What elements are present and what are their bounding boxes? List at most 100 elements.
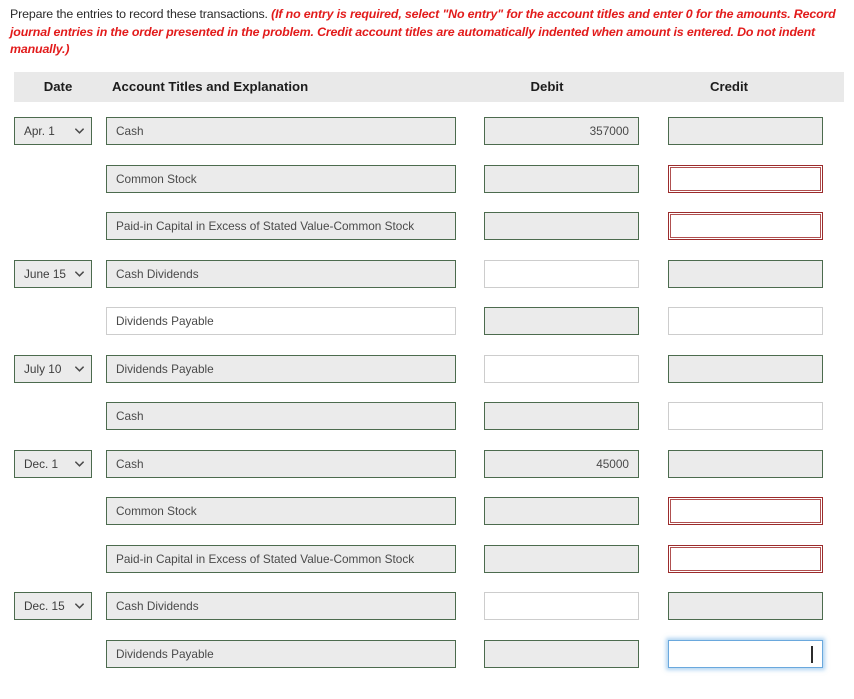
cell-date: June 15	[0, 259, 102, 288]
account-title-value: Cash	[116, 409, 144, 424]
credit-field[interactable]	[668, 497, 823, 526]
table-row: Common Stock	[0, 488, 854, 536]
cell-account: Dividends Payable	[102, 639, 474, 668]
debit-field[interactable]	[484, 164, 639, 193]
date-select[interactable]: June 15	[14, 259, 92, 288]
account-title-value: Cash	[116, 124, 144, 139]
table-row: Paid-in Capital in Excess of Stated Valu…	[0, 203, 854, 251]
debit-field[interactable]: 45000	[484, 449, 639, 478]
table-row: Paid-in Capital in Excess of Stated Valu…	[0, 535, 854, 583]
date-placeholder	[14, 402, 92, 430]
cell-debit: 357000	[474, 117, 654, 146]
account-title-field[interactable]: Dividends Payable	[106, 354, 456, 383]
table-row: June 15 Cash Dividends	[0, 250, 854, 298]
credit-field[interactable]	[668, 402, 823, 431]
date-select[interactable]: Dec. 15	[14, 592, 92, 621]
account-title-field[interactable]: Cash	[106, 117, 456, 146]
cell-account: Common Stock	[102, 497, 474, 526]
table-row: Dividends Payable	[0, 630, 854, 678]
cell-debit	[474, 639, 654, 668]
table-row: Dividends Payable	[0, 298, 854, 346]
debit-field[interactable]	[484, 592, 639, 621]
account-title-value: Cash Dividends	[116, 266, 199, 281]
credit-field[interactable]	[668, 449, 823, 478]
cell-account: Cash	[102, 117, 474, 146]
cell-date: Dec. 15	[0, 592, 102, 621]
instructions-block: Prepare the entries to record these tran…	[0, 0, 854, 59]
cell-credit	[654, 259, 838, 288]
debit-field[interactable]	[484, 307, 639, 336]
account-title-value: Cash Dividends	[116, 599, 199, 614]
account-title-field[interactable]: Paid-in Capital in Excess of Stated Valu…	[106, 544, 456, 573]
table-row: Dec. 1 Cash 45000	[0, 440, 854, 488]
chevron-down-icon	[75, 364, 84, 373]
debit-field[interactable]	[484, 639, 639, 668]
credit-field[interactable]	[668, 354, 823, 383]
table-row: July 10 Dividends Payable	[0, 345, 854, 393]
credit-field[interactable]	[668, 592, 823, 621]
cell-date	[0, 212, 102, 240]
debit-field[interactable]	[484, 544, 639, 573]
cell-account: Cash Dividends	[102, 259, 474, 288]
journal-entry-table: Date Account Titles and Explanation Debi…	[0, 71, 854, 678]
table-row: Common Stock	[0, 155, 854, 203]
cell-date	[0, 545, 102, 573]
date-select-value: Apr. 1	[24, 124, 55, 139]
credit-field[interactable]	[668, 307, 823, 336]
account-title-field[interactable]: Cash	[106, 402, 456, 431]
cell-debit	[474, 259, 654, 288]
account-title-field[interactable]: Dividends Payable	[106, 307, 456, 336]
credit-field[interactable]	[668, 212, 823, 241]
debit-field[interactable]	[484, 259, 639, 288]
account-title-field[interactable]: Cash	[106, 449, 456, 478]
account-title-value: Paid-in Capital in Excess of Stated Valu…	[116, 219, 415, 234]
cell-account: Paid-in Capital in Excess of Stated Valu…	[102, 212, 474, 241]
chevron-down-icon	[75, 127, 84, 136]
account-title-field[interactable]: Dividends Payable	[106, 639, 456, 668]
table-body: Apr. 1 Cash 357000 Common Stock Paid-in Capi…	[0, 102, 854, 678]
cell-date: July 10	[0, 354, 102, 383]
debit-field[interactable]	[484, 212, 639, 241]
credit-field[interactable]	[668, 639, 823, 668]
date-select[interactable]: Apr. 1	[14, 117, 92, 146]
table-row: Apr. 1 Cash 357000	[0, 108, 854, 156]
cell-date	[0, 497, 102, 525]
account-title-field[interactable]: Cash Dividends	[106, 592, 456, 621]
account-title-field[interactable]: Cash Dividends	[106, 259, 456, 288]
credit-field[interactable]	[668, 544, 823, 573]
account-title-value: Common Stock	[116, 504, 197, 519]
cell-credit	[654, 544, 838, 573]
account-title-value: Dividends Payable	[116, 646, 214, 661]
chevron-down-icon	[75, 269, 84, 278]
cell-credit	[654, 212, 838, 241]
account-title-field[interactable]: Paid-in Capital in Excess of Stated Valu…	[106, 212, 456, 241]
column-header-credit: Credit	[709, 79, 749, 94]
account-title-field[interactable]: Common Stock	[106, 497, 456, 526]
credit-field[interactable]	[668, 117, 823, 146]
date-select[interactable]: Dec. 1	[14, 449, 92, 478]
date-placeholder	[14, 640, 92, 668]
cell-account: Common Stock	[102, 164, 474, 193]
date-select[interactable]: July 10	[14, 354, 92, 383]
account-title-value: Common Stock	[116, 171, 197, 186]
debit-field[interactable]	[484, 497, 639, 526]
cell-debit: 45000	[474, 449, 654, 478]
table-header-row: Date Account Titles and Explanation Debi…	[14, 71, 844, 102]
cell-credit	[654, 592, 838, 621]
cell-debit	[474, 402, 654, 431]
cell-credit	[654, 449, 838, 478]
account-title-field[interactable]: Common Stock	[106, 164, 456, 193]
credit-field[interactable]	[668, 259, 823, 288]
cell-account: Dividends Payable	[102, 307, 474, 336]
text-caret	[811, 645, 813, 663]
cell-debit	[474, 497, 654, 526]
credit-field[interactable]	[668, 164, 823, 193]
debit-field[interactable]	[484, 402, 639, 431]
debit-field[interactable]	[484, 354, 639, 383]
date-select-value: Dec. 15	[24, 599, 65, 614]
date-placeholder	[14, 497, 92, 525]
date-placeholder	[14, 545, 92, 573]
debit-field[interactable]: 357000	[484, 117, 639, 146]
account-title-value: Dividends Payable	[116, 314, 214, 329]
cell-debit	[474, 544, 654, 573]
